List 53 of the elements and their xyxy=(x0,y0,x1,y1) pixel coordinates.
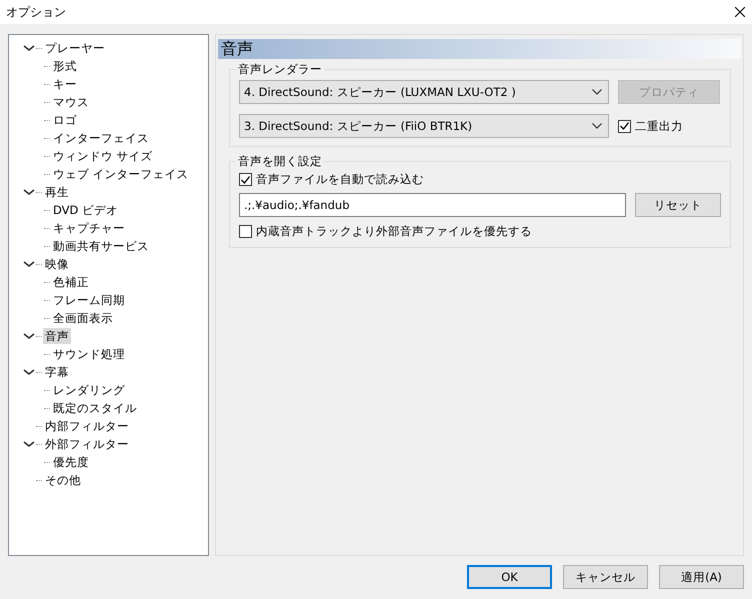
tree-item[interactable]: サウンド処理 xyxy=(51,346,127,362)
chevron-down-icon xyxy=(592,89,602,95)
chevron-down-icon[interactable] xyxy=(23,44,35,52)
chevron-down-icon[interactable] xyxy=(23,332,35,340)
checkbox-label: 内蔵音声トラックより外部音声ファイルを優先する xyxy=(256,224,532,239)
chevron-down-icon[interactable] xyxy=(23,260,35,268)
group-title: 音声を開く設定 xyxy=(236,154,324,169)
tree-item[interactable]: ロゴ xyxy=(51,112,79,128)
tree-item[interactable]: 形式 xyxy=(51,58,79,74)
tree-item[interactable]: プレーヤー xyxy=(43,40,107,56)
checkmark-icon xyxy=(241,176,250,184)
tree-item[interactable]: 映像 xyxy=(43,256,71,272)
group-title: 音声レンダラー xyxy=(236,62,324,77)
path-field[interactable]: .;.¥audio;.¥fandub xyxy=(239,193,626,217)
close-icon xyxy=(735,7,745,17)
chevron-down-icon[interactable] xyxy=(23,188,35,196)
chevron-down-icon[interactable] xyxy=(23,368,35,376)
tree-item[interactable]: DVD ビデオ xyxy=(51,202,120,218)
dropdown[interactable]: 3. DirectSound: スピーカー (FiiO BTR1K) xyxy=(239,114,609,138)
tree-item[interactable]: インターフェイス xyxy=(51,130,151,146)
window-title: オプション xyxy=(6,4,66,20)
tree-item[interactable]: マウス xyxy=(51,94,91,110)
checkbox[interactable] xyxy=(618,120,631,132)
checkbox[interactable] xyxy=(239,173,252,186)
tree-item[interactable]: 音声 xyxy=(43,328,71,344)
chevron-down-icon xyxy=(592,123,602,129)
page-heading: 音声 xyxy=(218,39,741,59)
dialog-button[interactable]: OK xyxy=(467,565,552,589)
tree-item[interactable]: その他 xyxy=(43,472,83,488)
tree-item[interactable]: ウィンドウ サイズ xyxy=(51,148,155,164)
checkbox[interactable] xyxy=(239,225,252,238)
tree-item[interactable]: 字幕 xyxy=(43,364,71,380)
tree-item[interactable]: 全画面表示 xyxy=(51,310,115,326)
dialog-button[interactable]: 適用(A) xyxy=(659,565,744,589)
reset-button[interactable]: リセット xyxy=(635,193,721,217)
tree-item[interactable]: ウェブ インターフェイス xyxy=(51,166,191,182)
tree-item[interactable]: 外部フィルター xyxy=(43,436,131,452)
tree-item[interactable]: 動画共有サービス xyxy=(51,238,151,254)
tree-item[interactable]: 再生 xyxy=(43,184,71,200)
checkmark-icon xyxy=(620,122,629,130)
tree-item[interactable]: フレーム同期 xyxy=(51,292,127,308)
dropdown[interactable]: 4. DirectSound: スピーカー (LUXMAN LXU-OT2 ) xyxy=(239,80,609,104)
tree-item[interactable]: 優先度 xyxy=(51,454,91,470)
dialog-button[interactable]: キャンセル xyxy=(563,565,648,589)
tree-item[interactable]: 内部フィルター xyxy=(43,418,131,434)
tree-item[interactable]: キー xyxy=(51,76,79,92)
tree-item[interactable]: キャプチャー xyxy=(51,220,127,236)
tree-item[interactable]: 色補正 xyxy=(51,274,91,290)
checkbox-label: 音声ファイルを自動で読み込む xyxy=(256,172,424,187)
tree-item[interactable]: レンダリング xyxy=(51,382,127,398)
checkbox-label: 二重出力 xyxy=(635,118,683,134)
chevron-down-icon[interactable] xyxy=(23,440,35,448)
tree-item[interactable]: 既定のスタイル xyxy=(51,400,139,416)
